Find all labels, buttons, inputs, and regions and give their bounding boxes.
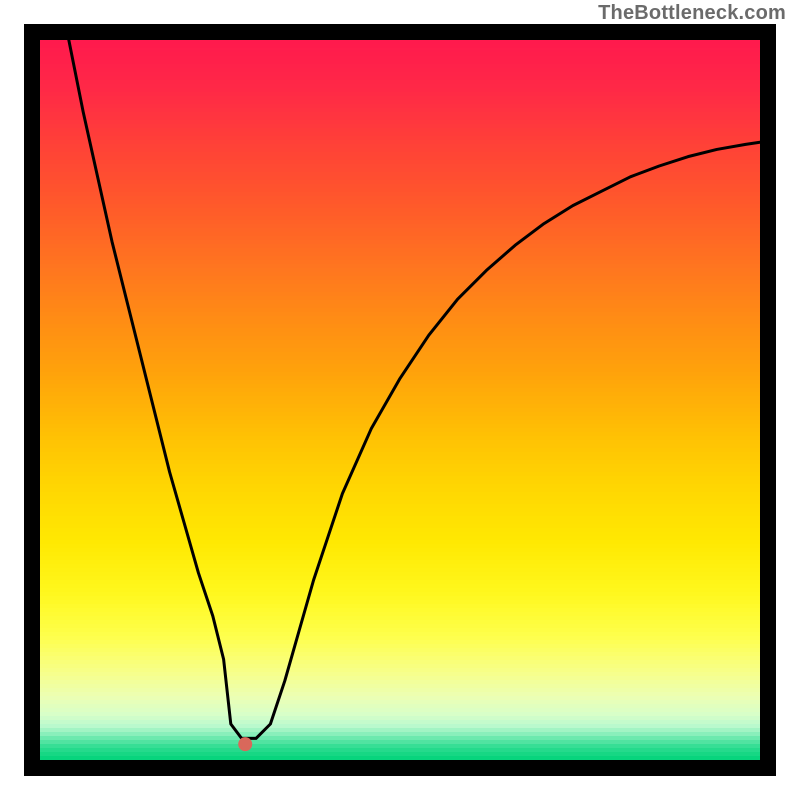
watermark-text: TheBottleneck.com [598,2,786,25]
plot-frame [24,24,776,776]
plot-area [24,24,776,776]
optimal-point-marker [238,737,252,751]
chart-container: TheBottleneck.com [0,0,800,800]
curve-layer [40,40,760,760]
bottleneck-curve [69,40,760,738]
